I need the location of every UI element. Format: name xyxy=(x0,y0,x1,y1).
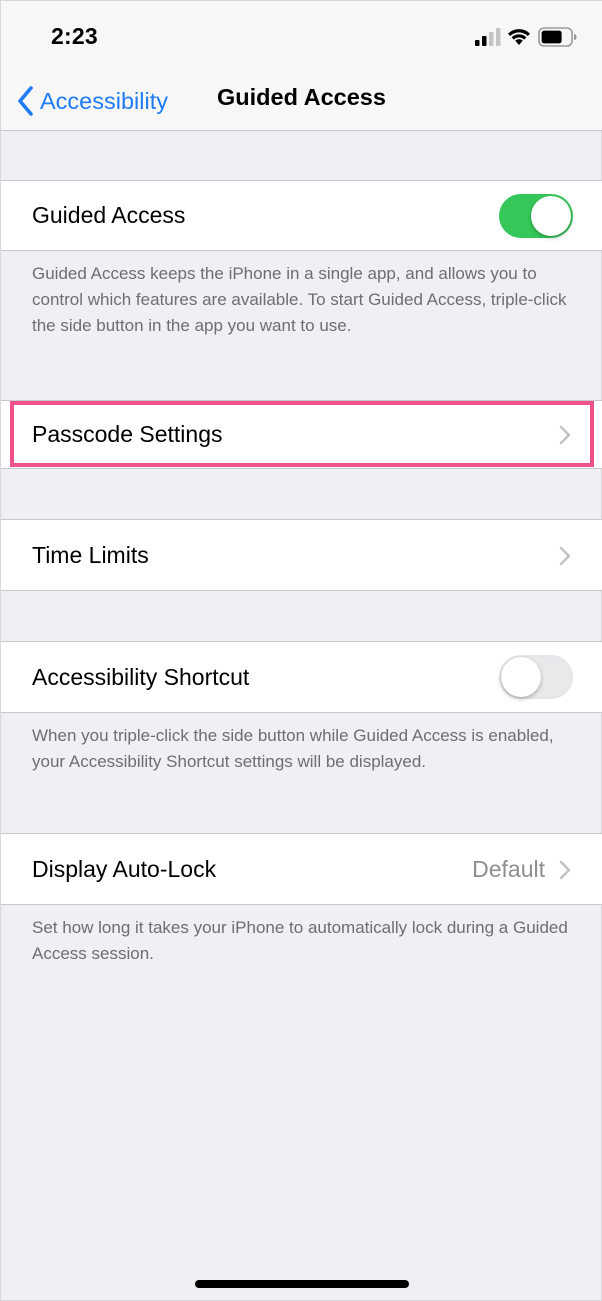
chevron-right-icon xyxy=(559,860,571,880)
battery-icon xyxy=(538,27,577,47)
chevron-left-icon xyxy=(18,86,33,116)
signal-bars-icon xyxy=(475,28,501,46)
toggle-knob xyxy=(531,196,571,236)
display-auto-lock-value: Default xyxy=(472,856,545,882)
time-limits-label: Time Limits xyxy=(32,542,149,568)
display-auto-lock-footer: Set how long it takes your iPhone to aut… xyxy=(32,918,568,963)
display-auto-lock-label: Display Auto-Lock xyxy=(32,856,217,882)
accessibility-shortcut-toggle[interactable] xyxy=(499,655,573,699)
passcode-settings-label: Passcode Settings xyxy=(32,421,223,447)
accessibility-shortcut-row: Accessibility Shortcut xyxy=(1,641,602,713)
time-limits-row[interactable]: Time Limits xyxy=(1,519,602,591)
passcode-settings-row[interactable]: Passcode Settings xyxy=(1,400,602,469)
status-time: 2:23 xyxy=(51,23,98,49)
guided-access-toggle[interactable] xyxy=(499,194,573,238)
status-bar: 2:23 xyxy=(1,1,602,73)
guided-access-label: Guided Access xyxy=(32,202,186,228)
chevron-right-icon xyxy=(559,425,571,445)
accessibility-shortcut-footer: When you triple-click the side button wh… xyxy=(32,726,554,771)
settings-screen: 2:23 Accessibility Guided Access Guided … xyxy=(0,0,602,1301)
home-indicator[interactable] xyxy=(195,1280,409,1288)
navigation-bar: Accessibility Guided Access xyxy=(1,73,602,131)
guided-access-footer: Guided Access keeps the iPhone in a sing… xyxy=(32,264,567,335)
wifi-icon xyxy=(508,29,530,45)
display-auto-lock-row[interactable]: Display Auto-Lock Default xyxy=(1,833,602,905)
accessibility-shortcut-label: Accessibility Shortcut xyxy=(32,664,250,690)
toggle-knob xyxy=(501,657,541,697)
page-title: Guided Access xyxy=(217,84,386,110)
back-button[interactable]: Accessibility xyxy=(17,81,168,121)
back-label: Accessibility xyxy=(40,87,168,114)
chevron-right-icon xyxy=(559,546,571,566)
guided-access-row: Guided Access xyxy=(1,180,602,251)
